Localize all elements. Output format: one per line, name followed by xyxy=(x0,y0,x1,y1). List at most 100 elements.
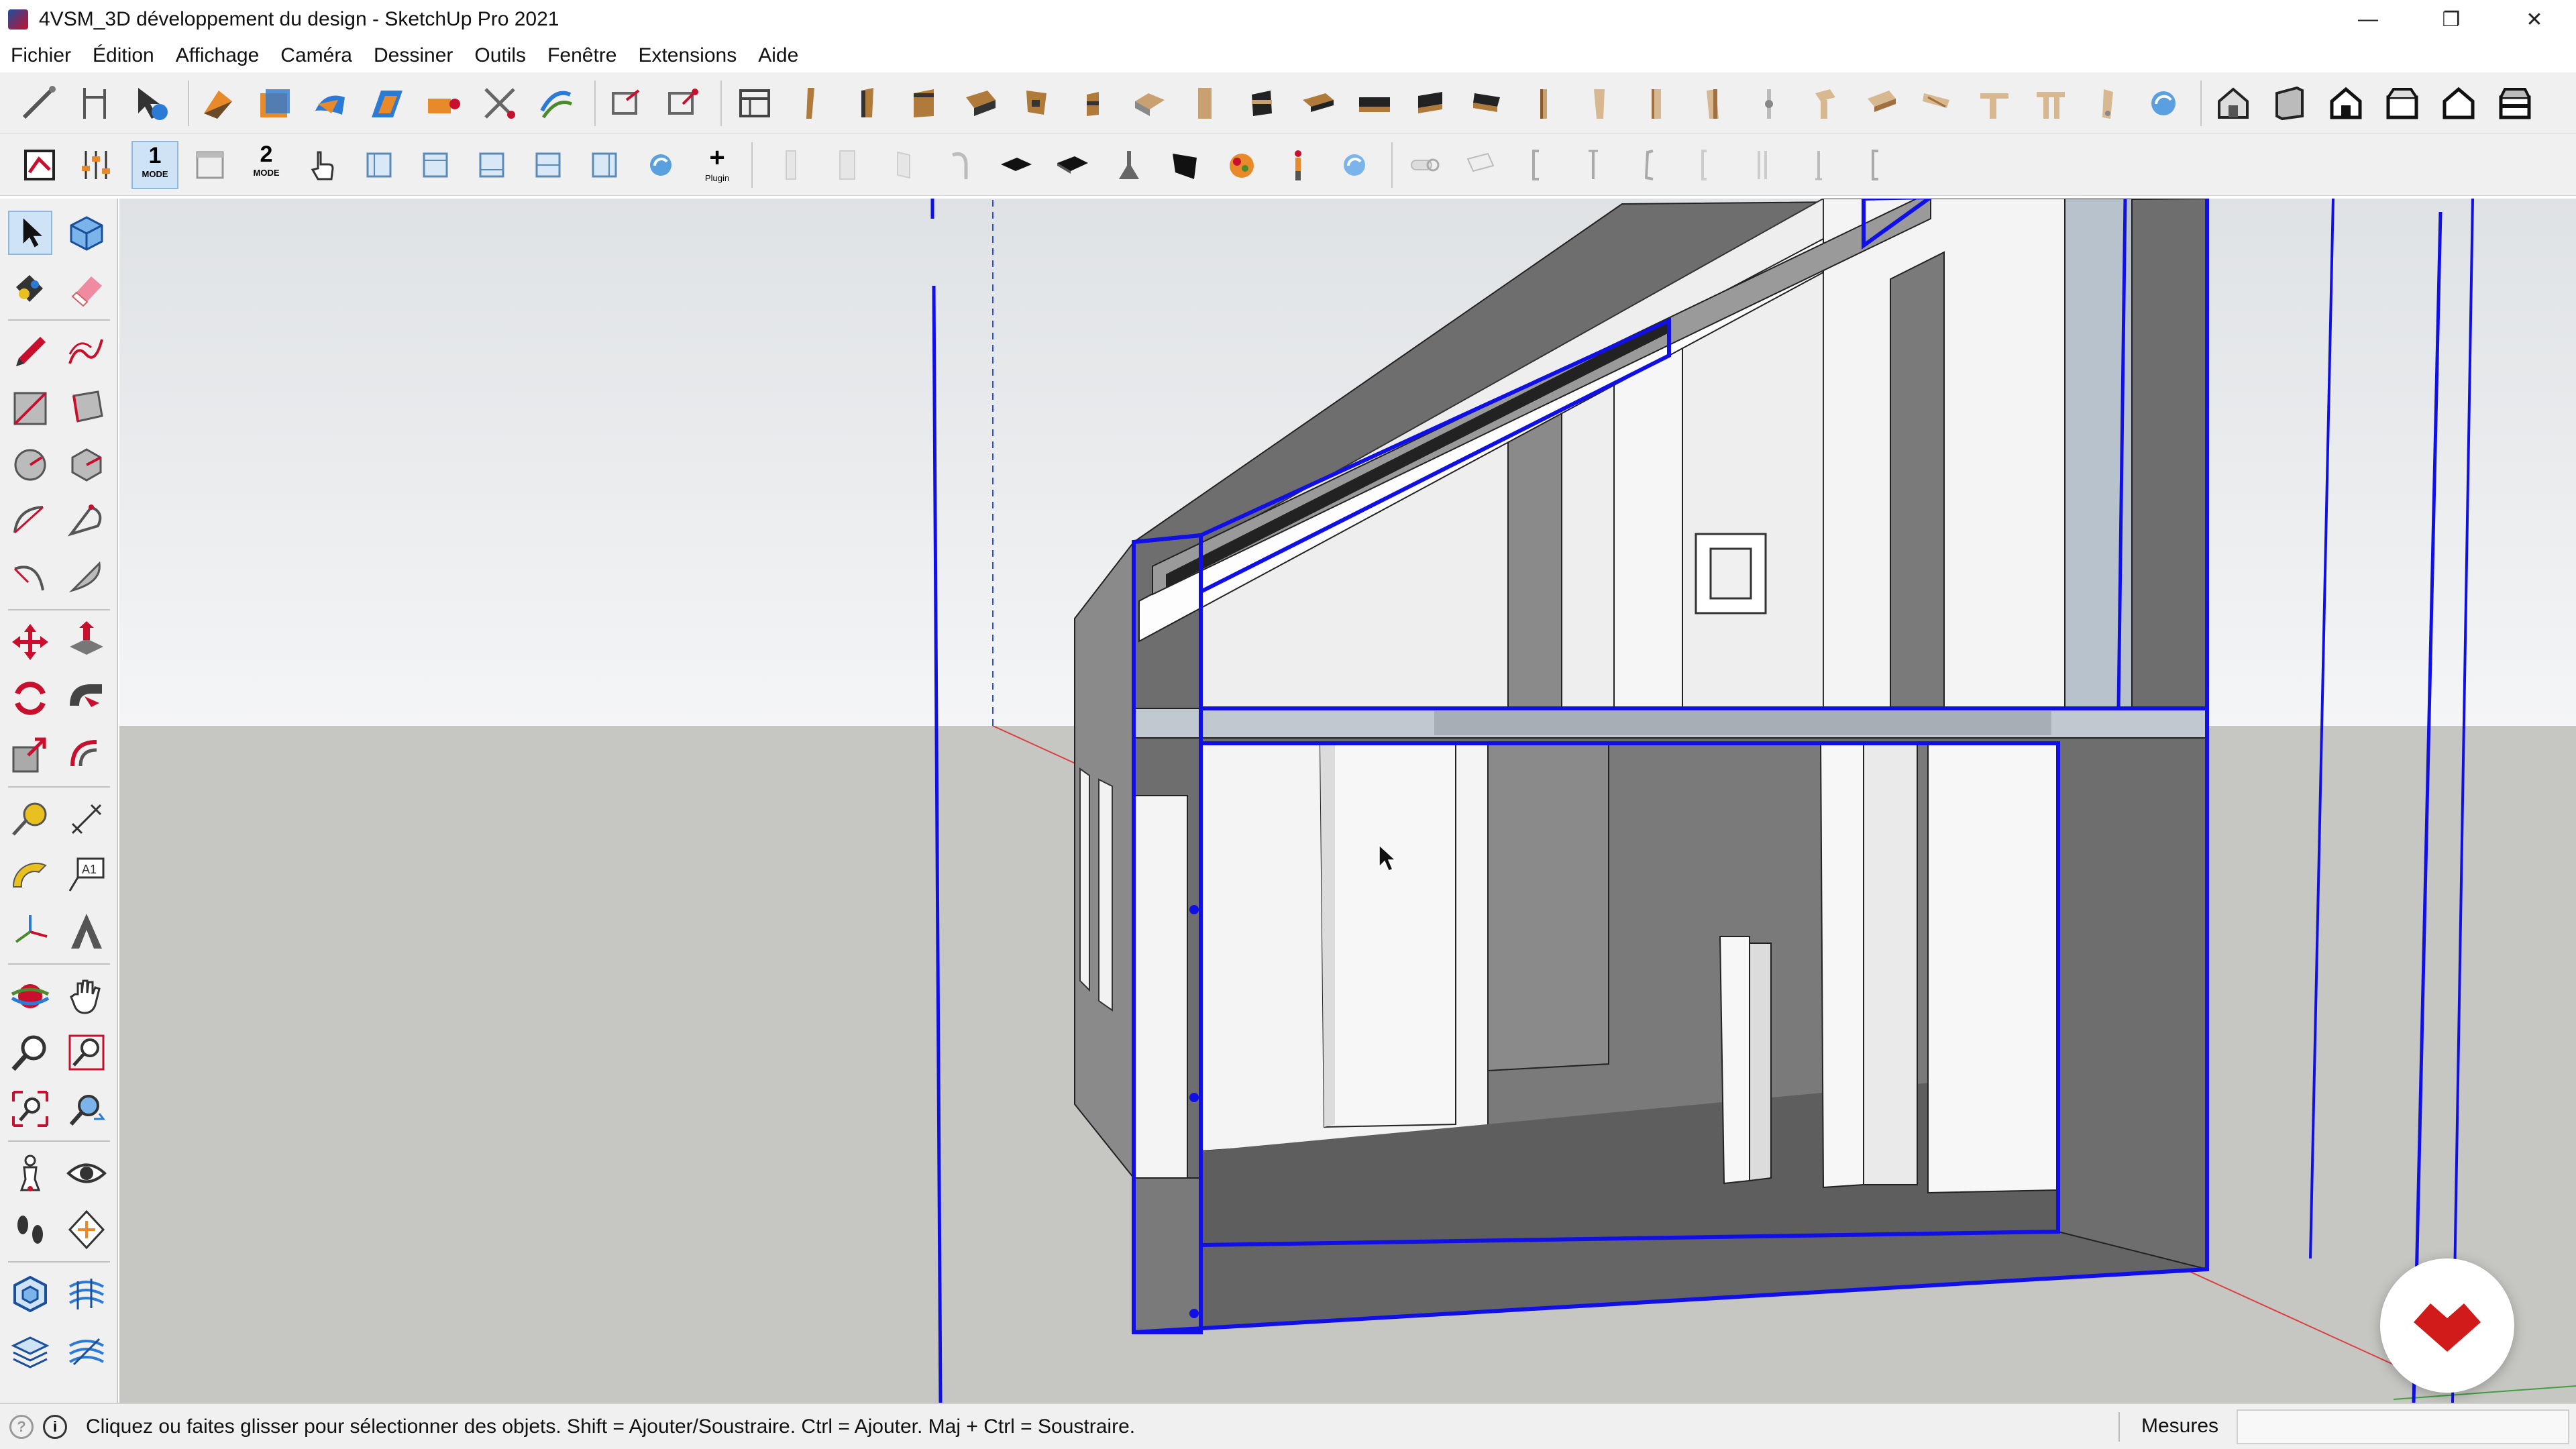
view-front-icon[interactable] xyxy=(2326,84,2365,123)
measurements-input[interactable] xyxy=(2237,1409,2569,1444)
push-pull-box-icon[interactable] xyxy=(255,84,294,123)
terrain-layers-icon[interactable] xyxy=(64,1328,109,1373)
dimension-tool-icon[interactable] xyxy=(75,84,114,123)
menu-extensions[interactable]: Extensions xyxy=(627,44,747,67)
mode-1-button[interactable]: 1 MODE xyxy=(131,141,178,189)
soften-edges-icon[interactable] xyxy=(537,84,576,123)
wood-post-tool-1-icon[interactable] xyxy=(1524,84,1563,123)
status-geo-icon[interactable]: ? xyxy=(9,1414,34,1439)
minimize-button[interactable]: — xyxy=(2326,0,2410,39)
menu-aide[interactable]: Aide xyxy=(747,44,809,67)
faded-bracket-6-icon[interactable] xyxy=(1799,146,1838,184)
eraser-icon[interactable] xyxy=(64,267,109,311)
position-camera-icon[interactable] xyxy=(8,1151,52,1195)
black-panel-3-icon[interactable] xyxy=(1166,146,1205,184)
offset-left-icon[interactable] xyxy=(64,733,109,777)
selection-grip[interactable] xyxy=(1189,905,1199,914)
view-iso-house-icon[interactable] xyxy=(2214,84,2253,123)
wood-post-tool-3-icon[interactable] xyxy=(1637,84,1676,123)
menu-camera[interactable]: Caméra xyxy=(270,44,363,67)
view-top-icon[interactable] xyxy=(2270,84,2309,123)
wood-post-tool-11-icon[interactable] xyxy=(2088,84,2127,123)
select-tool-arrow-icon[interactable] xyxy=(131,84,170,123)
three-point-arc-icon[interactable] xyxy=(8,555,52,600)
menu-outils[interactable]: Outils xyxy=(464,44,537,67)
model-scene[interactable] xyxy=(119,199,2576,1403)
push-pull-icon[interactable] xyxy=(64,620,109,664)
wood-panel-tool-1-icon[interactable] xyxy=(792,84,830,123)
freehand-icon[interactable] xyxy=(64,330,109,374)
polygon-icon[interactable] xyxy=(64,443,109,487)
wood-post-tool-7-icon[interactable] xyxy=(1862,84,1901,123)
axes-icon[interactable] xyxy=(8,910,52,954)
line-tool-icon[interactable] xyxy=(19,84,58,123)
layers-icon[interactable] xyxy=(8,1328,52,1373)
lamp-icon[interactable] xyxy=(1110,146,1148,184)
look-around-eye-icon[interactable] xyxy=(64,1151,109,1195)
component-export-icon[interactable] xyxy=(606,84,645,123)
hand-pointer-icon[interactable] xyxy=(303,146,342,184)
text-label-icon[interactable]: A1 xyxy=(64,853,109,898)
intersect-faces-icon[interactable] xyxy=(424,84,463,123)
plugin-button[interactable]: + Plugin xyxy=(694,142,741,191)
info-icon[interactable]: i xyxy=(43,1414,67,1439)
blank-panel-icon[interactable] xyxy=(191,146,229,184)
make-component-icon[interactable] xyxy=(64,211,109,255)
paint-bucket-icon[interactable] xyxy=(8,267,52,311)
wood-post-tool-2-icon[interactable] xyxy=(1580,84,1619,123)
offset-tool-icon[interactable] xyxy=(368,84,407,123)
scissors-icon[interactable] xyxy=(480,84,519,123)
eraser-orange-icon[interactable] xyxy=(199,84,237,123)
menu-edition[interactable]: Édition xyxy=(82,44,165,67)
zoom-extents-icon[interactable] xyxy=(8,1087,52,1131)
zoom-window-icon[interactable] xyxy=(64,1030,109,1075)
wood-post-tool-6-icon[interactable] xyxy=(1806,84,1845,123)
wood-panel-tool-9-icon[interactable] xyxy=(1242,84,1281,123)
wood-panel-tool-2-icon[interactable] xyxy=(848,84,887,123)
3d-text-icon[interactable] xyxy=(64,910,109,954)
orbit-icon[interactable] xyxy=(8,974,52,1018)
two-point-arc-icon[interactable] xyxy=(64,499,109,543)
faded-hook-icon[interactable] xyxy=(941,146,979,184)
layout-grid-icon[interactable] xyxy=(735,84,774,123)
wood-panel-tool-4-icon[interactable] xyxy=(961,84,1000,123)
figure-icon[interactable] xyxy=(1279,146,1318,184)
select-arrow-icon[interactable] xyxy=(8,211,52,255)
wood-panel-tool-3-icon[interactable] xyxy=(904,84,943,123)
close-button[interactable]: ✕ xyxy=(2493,0,2576,39)
faded-panel-2-icon[interactable] xyxy=(828,146,867,184)
rectangle-icon[interactable] xyxy=(8,386,52,431)
faded-round-tool-icon[interactable] xyxy=(1405,146,1444,184)
section-plane-icon[interactable] xyxy=(64,1208,109,1252)
pie-icon[interactable] xyxy=(64,555,109,600)
view-left-icon[interactable] xyxy=(2496,84,2534,123)
refresh-plugin-icon[interactable] xyxy=(2144,84,2183,123)
sandbox-grid-icon[interactable] xyxy=(64,1272,109,1316)
wood-panel-tool-6-icon[interactable] xyxy=(1073,84,1112,123)
faded-bracket-1-icon[interactable] xyxy=(1517,146,1556,184)
dimension-left-icon[interactable] xyxy=(64,797,109,841)
menu-fichier[interactable]: Fichier xyxy=(0,44,82,67)
panel-front-2-icon[interactable] xyxy=(416,146,455,184)
scale-icon[interactable] xyxy=(8,733,52,777)
pencil-line-icon[interactable] xyxy=(8,330,52,374)
selection-grip[interactable] xyxy=(1189,1093,1199,1102)
selection-grip[interactable] xyxy=(1189,1309,1199,1318)
rotate-icon[interactable] xyxy=(8,676,52,720)
model-info-icon[interactable] xyxy=(20,146,59,184)
wood-panel-tool-7-icon[interactable] xyxy=(1130,84,1169,123)
view-back-icon[interactable] xyxy=(2439,84,2478,123)
panel-front-5-icon[interactable] xyxy=(585,146,624,184)
wood-post-tool-4-icon[interactable] xyxy=(1693,84,1732,123)
refresh-blue-icon[interactable] xyxy=(641,146,680,184)
faded-bracket-3-icon[interactable] xyxy=(1630,146,1669,184)
panel-front-1-icon[interactable] xyxy=(360,146,398,184)
previous-view-icon[interactable] xyxy=(64,1087,109,1131)
wood-panel-tool-10-icon[interactable] xyxy=(1299,84,1338,123)
maximize-button[interactable]: ❐ xyxy=(2410,0,2493,39)
tape-measure-icon[interactable] xyxy=(8,797,52,841)
faded-bracket-4-icon[interactable] xyxy=(1686,146,1725,184)
follow-me-left-icon[interactable] xyxy=(64,676,109,720)
faded-bracket-5-icon[interactable] xyxy=(1743,146,1782,184)
menu-fenetre[interactable]: Fenêtre xyxy=(537,44,627,67)
